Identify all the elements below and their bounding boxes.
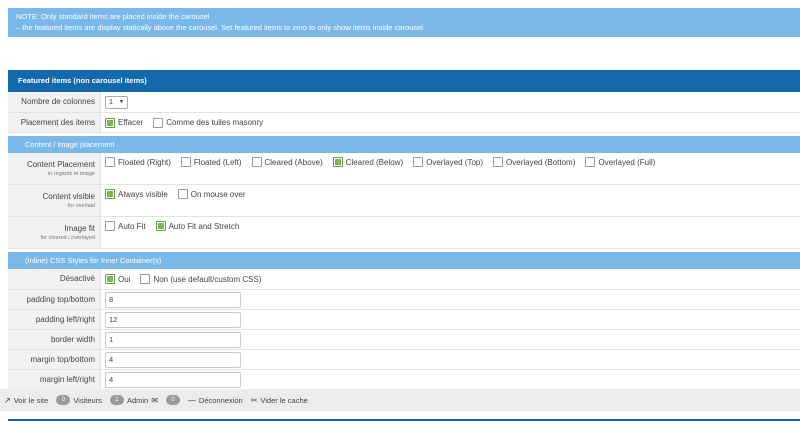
visitors-badge: 0 — [56, 395, 71, 405]
envelope-icon: ✉ — [151, 395, 158, 405]
logout-link[interactable]: — Déconnexion — [188, 396, 243, 405]
margin-top-bottom-label: margin top/bottom — [8, 350, 101, 369]
placement-overlayed-top[interactable]: Overlayed (Top) — [413, 157, 483, 167]
border-width-label: border width — [8, 330, 101, 349]
placement-option-masonry[interactable]: Comme des tuiles masonry — [153, 117, 263, 128]
border-width-row: border width — [8, 330, 800, 350]
note-line-2: – the featured items are display statica… — [16, 23, 423, 32]
placement-floated-left[interactable]: Floated (Left) — [180, 157, 242, 167]
content-placement-heading: Content / image placement — [8, 136, 800, 153]
content-placement-label: Content Placement in regards to image — [8, 153, 101, 184]
item-placement-row: Placement des items Effacer Comme des tu… — [8, 113, 800, 133]
content-visible-label: Content visible for overlaid — [8, 185, 101, 216]
padding-top-bottom-row: padding top/bottom — [8, 290, 800, 310]
padding-top-bottom-label: padding top/bottom — [8, 290, 101, 309]
checkbox-checked[interactable] — [105, 117, 115, 128]
item-placement-label: Placement des items — [8, 113, 101, 132]
checkbox[interactable] — [153, 117, 164, 128]
placement-floated-right[interactable]: Floated (Right) — [105, 157, 171, 167]
inline-css-heading: (Inline) CSS Styles for Inner Container(… — [8, 252, 800, 269]
margin-top-bottom-input[interactable] — [105, 351, 241, 368]
margin-top-bottom-row: margin top/bottom — [8, 350, 800, 370]
columns-label: Nombre de colonnes — [8, 92, 101, 112]
visible-always[interactable]: Always visible — [105, 189, 168, 199]
visible-on-mouse-over[interactable]: On mouse over — [177, 189, 246, 199]
fit-auto-stretch[interactable]: Auto Fit and Stretch — [155, 221, 239, 231]
fit-auto[interactable]: Auto Fit — [105, 221, 146, 231]
image-fit-label: Image fit for cleared / overlayed — [8, 217, 101, 248]
messages-badge: 0 — [165, 395, 180, 405]
padding-left-right-label: padding left/right — [8, 310, 101, 329]
image-fit-row: Image fit for cleared / overlayed Auto F… — [8, 217, 800, 249]
featured-panel-title: Featured items (non carousel items) — [8, 70, 800, 92]
styles-disabled-row: Désactivé Oui Non (use default/custom CS… — [8, 269, 800, 290]
messages-link[interactable]: 0 — [165, 395, 180, 405]
columns-row: Nombre de colonnes 1 ▼ — [8, 92, 800, 113]
content-placement-row: Content Placement in regards to image Fl… — [8, 153, 800, 185]
placement-overlayed-bottom[interactable]: Overlayed (Bottom) — [493, 157, 575, 167]
tools-icon: ✂ — [250, 395, 258, 405]
placement-option-clear[interactable]: Effacer — [105, 117, 143, 128]
visitors-link[interactable]: 0 Visiteurs — [56, 395, 102, 405]
external-link-icon: ↗ — [4, 395, 11, 405]
clear-cache-link[interactable]: ✂ Vider le cache — [251, 396, 308, 405]
padding-left-right-input[interactable] — [105, 311, 241, 328]
minus-icon: — — [187, 395, 196, 405]
margin-left-right-row: margin left/right — [8, 370, 800, 390]
columns-select-value: 1 — [109, 98, 113, 106]
border-width-input[interactable] — [105, 331, 241, 348]
margin-left-right-input[interactable] — [105, 371, 241, 388]
admin-badge: 1 — [109, 395, 124, 405]
styles-disabled-label: Désactivé — [8, 269, 101, 289]
columns-select[interactable]: 1 ▼ — [105, 95, 128, 109]
admin-toolbar: ↗ Voir le site 0 Visiteurs 1 Admin ✉ 0 —… — [0, 389, 800, 411]
padding-top-bottom-input[interactable] — [105, 291, 241, 308]
carousel-note: NOTE: Only standard items are placed ins… — [8, 8, 800, 37]
disabled-yes[interactable]: Oui — [105, 274, 130, 284]
content-visible-row: Content visible for overlaid Always visi… — [8, 185, 800, 217]
placement-overlayed-full[interactable]: Overlayed (Full) — [585, 157, 655, 167]
placement-cleared-below[interactable]: Cleared (Below) — [332, 157, 403, 167]
chevron-down-icon: ▼ — [119, 99, 124, 105]
disabled-no[interactable]: Non (use default/custom CSS) — [140, 274, 262, 284]
placement-cleared-above[interactable]: Cleared (Above) — [251, 157, 323, 167]
padding-left-right-row: padding left/right — [8, 310, 800, 330]
note-line-1: NOTE: Only standard items are placed ins… — [16, 12, 210, 21]
margin-left-right-label: margin left/right — [8, 370, 101, 389]
admin-link[interactable]: 1 Admin ✉ — [109, 395, 158, 405]
view-site-link[interactable]: ↗ Voir le site — [4, 396, 48, 405]
